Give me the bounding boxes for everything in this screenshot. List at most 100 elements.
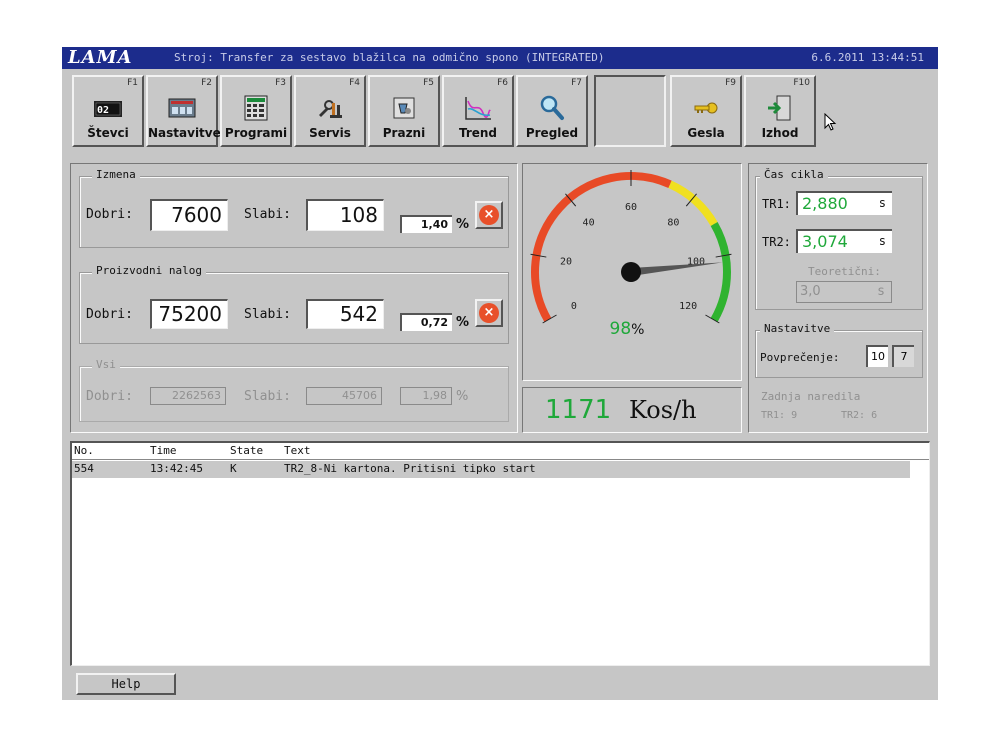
message-text: TR2_8-Ni kartona. Pritisni tipko start xyxy=(284,462,536,475)
message-row[interactable]: 554 13:42:45 K TR2_8-Ni kartona. Pritisn… xyxy=(72,461,910,478)
gauge-tick-label: 60 xyxy=(625,202,637,213)
gauge-outline-arc xyxy=(534,175,728,321)
program-grid-icon xyxy=(241,93,271,123)
reset-x-icon: × xyxy=(479,205,499,225)
rate-unit: Kos/h xyxy=(629,396,697,424)
f5-empty-button[interactable]: F5 Prazni xyxy=(368,75,440,147)
theory-field: 3,0 s xyxy=(796,281,892,303)
gauge-tick-label: 20 xyxy=(560,257,572,268)
averaging-input-2[interactable]: 7 xyxy=(892,345,914,367)
window-title: Stroj: Transfer za sestavo blažilca na o… xyxy=(174,51,605,64)
help-button[interactable]: Help xyxy=(76,673,176,695)
order-good-label: Dobri: xyxy=(86,307,133,322)
col-no[interactable]: No. xyxy=(74,444,94,457)
f8-blank-button[interactable] xyxy=(594,75,666,147)
rate-panel: 1171 Kos/h xyxy=(522,387,742,433)
order-counters-group: Proizvodni nalog Dobri: 75200 Slabi: 542… xyxy=(79,264,509,344)
right-info-panel: Čas cikla TR1: 2,880 s TR2: 3,074 s Teor… xyxy=(748,163,928,433)
gauge-tick-label: 80 xyxy=(667,217,679,228)
shift-percent-sign: % xyxy=(456,217,470,232)
empty-bin-icon xyxy=(389,93,419,123)
reset-order-button[interactable]: × xyxy=(475,299,503,327)
shift-bad-label: Slabi: xyxy=(244,207,291,222)
order-bad-label: Slabi: xyxy=(244,307,291,322)
counter-icon: 02 xyxy=(93,93,123,123)
settings-label: Nastavitve xyxy=(760,322,835,335)
total-reject-percent: 1,98 xyxy=(400,387,452,405)
f9-passwords-button[interactable]: F9 Gesla xyxy=(670,75,742,147)
title-bar: LAMA Stroj: Transfer za sestavo blažilca… xyxy=(62,47,938,69)
gauge-red-band xyxy=(531,172,672,322)
last-command-tr1: TR1: 9 xyxy=(761,410,798,421)
col-text[interactable]: Text xyxy=(284,444,311,457)
counters-panel: Izmena Dobri: 7600 Slabi: 108 1,40 % × P… xyxy=(70,163,518,433)
datetime: 6.6.2011 13:44:51 xyxy=(811,51,924,64)
cycle-time-label: Čas cikla xyxy=(760,168,828,181)
shift-reject-percent: 1,40 xyxy=(400,215,452,233)
gauge-hub xyxy=(621,262,641,282)
shift-bad-value: 108 xyxy=(306,199,384,231)
f3-programs-button[interactable]: F3 Programi xyxy=(220,75,292,147)
tr2-label: TR2: xyxy=(762,235,791,249)
total-group-label: Vsi xyxy=(92,358,120,371)
gauge-tick-label: 120 xyxy=(679,301,697,312)
total-percent-sign: % xyxy=(456,389,469,404)
message-log[interactable]: No. Time State Text 554 13:42:45 K TR2_8… xyxy=(70,441,930,666)
tr2-field: 3,074 s xyxy=(796,229,892,253)
gauge-tick-label: 40 xyxy=(583,217,595,228)
shift-good-value: 7600 xyxy=(150,199,228,231)
main-window: LAMA Stroj: Transfer za sestavo blažilca… xyxy=(62,47,938,700)
tr2-unit: s xyxy=(878,234,886,248)
averaging-input-1[interactable]: 10 xyxy=(866,345,888,367)
f4-service-button[interactable]: F4 Servis xyxy=(294,75,366,147)
settings-panel-icon xyxy=(167,93,197,123)
message-no: 554 xyxy=(74,462,94,475)
reset-x-icon: × xyxy=(479,303,499,323)
last-commands-label: Zadnja naredila xyxy=(761,390,861,403)
key-icon xyxy=(691,93,721,123)
exit-door-icon xyxy=(765,93,795,123)
gauge-tick-label: 0 xyxy=(571,301,577,312)
speed-gauge-panel: 0 20 40 60 80 100 120 98% xyxy=(522,163,742,381)
cycle-time-group: Čas cikla TR1: 2,880 s TR2: 3,074 s Teor… xyxy=(755,168,923,310)
theory-value: 3,0 xyxy=(800,284,821,299)
shift-good-label: Dobri: xyxy=(86,207,133,222)
speed-gauge: 020406080100120 98% xyxy=(530,170,732,339)
col-state[interactable]: State xyxy=(230,444,263,457)
brand-logo: LAMA xyxy=(68,47,133,68)
last-command-tr2: TR2: 6 xyxy=(841,410,878,421)
reset-shift-button[interactable]: × xyxy=(475,201,503,229)
tr1-field: 2,880 s xyxy=(796,191,892,215)
total-bad-label: Slabi: xyxy=(244,389,291,404)
rate-value: 1171 xyxy=(545,395,612,425)
f1-counters-button[interactable]: F1 02 Števci xyxy=(72,75,144,147)
tr2-value: 3,074 xyxy=(802,232,848,251)
total-bad-value: 45706 xyxy=(306,387,382,405)
f10-exit-button[interactable]: F10 Izhod xyxy=(744,75,816,147)
f2-settings-button[interactable]: F2 Nastavitve xyxy=(146,75,221,147)
total-good-value: 2262563 xyxy=(150,387,226,405)
svg-text:02: 02 xyxy=(97,105,109,116)
total-counters-group: Vsi Dobri: 2262563 Slabi: 45706 1,98 % xyxy=(79,358,509,422)
f7-overview-button[interactable]: F7 Pregled xyxy=(516,75,588,147)
shift-counters-group: Izmena Dobri: 7600 Slabi: 108 1,40 % × xyxy=(79,168,509,248)
order-reject-percent: 0,72 xyxy=(400,313,452,331)
f6-trend-button[interactable]: F6 Trend xyxy=(442,75,514,147)
efficiency-readout: 98% xyxy=(610,319,645,339)
theory-label: Teoretični: xyxy=(808,265,881,278)
magnifier-icon xyxy=(537,93,567,123)
theory-unit: s xyxy=(877,284,885,299)
message-state: K xyxy=(230,462,237,475)
settings-group: Nastavitve Povprečenje: 10 7 xyxy=(755,322,923,378)
order-group-label: Proizvodni nalog xyxy=(92,264,206,277)
order-bad-value: 542 xyxy=(306,299,384,329)
mouse-cursor-icon xyxy=(824,113,837,131)
message-time: 13:42:45 xyxy=(150,462,203,475)
order-good-value: 75200 xyxy=(150,299,228,329)
total-good-label: Dobri: xyxy=(86,389,133,404)
order-percent-sign: % xyxy=(456,315,470,330)
col-time[interactable]: Time xyxy=(150,444,177,457)
trend-chart-icon xyxy=(463,93,493,123)
message-log-header: No. Time State Text xyxy=(72,443,929,460)
service-tools-icon xyxy=(315,93,345,123)
